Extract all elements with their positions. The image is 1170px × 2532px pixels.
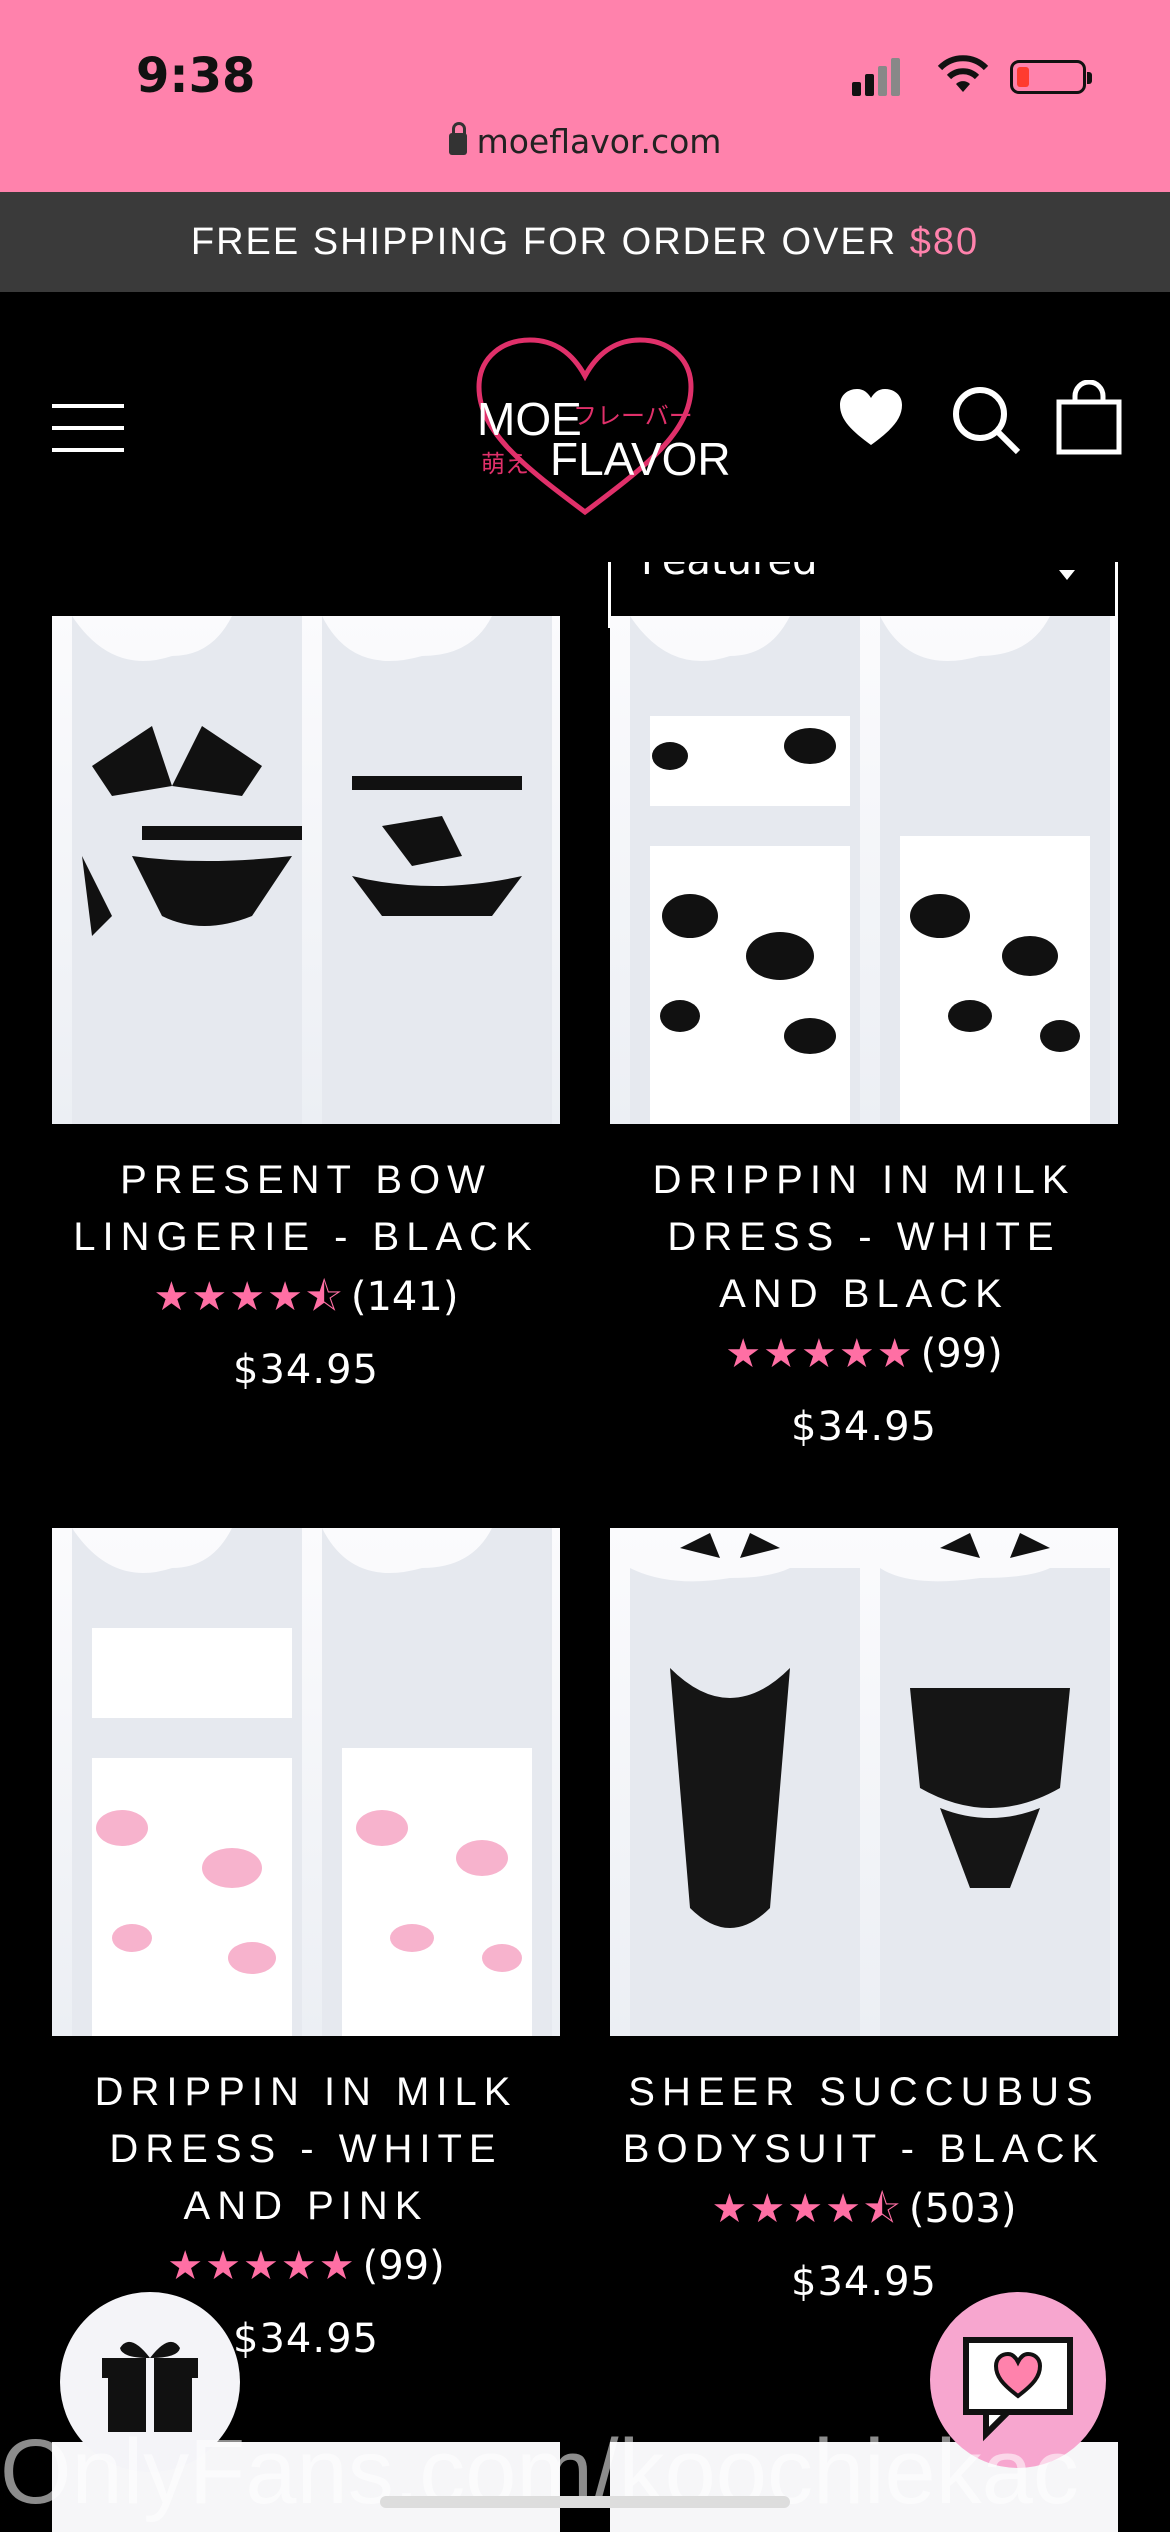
logo-text-jp1: フレーバー (573, 402, 693, 430)
review-count: (99) (920, 1331, 1003, 1377)
product-photo-bow-lingerie (72, 616, 552, 1124)
review-count: (141) (350, 1274, 459, 1320)
product-card[interactable]: PRESENT BOW LINGERIE - BLACK ★★★★⯪ (141) … (52, 616, 560, 1398)
product-card[interactable]: DRIPPIN IN MILK DRESS - WHITE AND BLACK … (610, 616, 1118, 1455)
review-count: (503) (908, 2186, 1017, 2232)
product-title[interactable]: DRIPPIN IN MILK DRESS - WHITE AND PINK (52, 2064, 560, 2235)
wifi-icon (937, 55, 989, 92)
star-rating-icon: ★★★★★ (725, 1331, 915, 1377)
product-price: $34.95 (791, 1404, 937, 1450)
product-title[interactable]: SHEER SUCCUBUS BODYSUIT - BLACK (610, 2064, 1118, 2178)
logo-text-jp2: 萌え (481, 450, 529, 478)
announcement-amount: $80 (909, 221, 980, 263)
product-title[interactable]: PRESENT BOW LINGERIE - BLACK (52, 1152, 560, 1266)
product-card[interactable]: DRIPPIN IN MILK DRESS - WHITE AND PINK ★… (52, 1528, 560, 2367)
star-rating-icon: ★★★★⯪ (153, 1274, 345, 1320)
sort-selected-value: Featured (641, 562, 818, 584)
url-text: moeflavor.com (476, 122, 722, 161)
product-image[interactable] (52, 616, 560, 1124)
address-bar[interactable]: moeflavor.com (0, 122, 1170, 161)
announcement-text: FREE SHIPPING FOR ORDER OVER (190, 221, 910, 263)
product-title[interactable]: DRIPPIN IN MILK DRESS - WHITE AND BLACK (610, 1152, 1118, 1323)
product-image[interactable] (610, 616, 1118, 1124)
search-icon[interactable] (950, 384, 1022, 456)
product-rating: ★★★★⯪ (141) (52, 1268, 560, 1326)
product-photo-cow-dress-black (630, 616, 1110, 1124)
product-rating: ★★★★★ (99) (610, 1325, 1118, 1383)
battery-icon (1010, 60, 1092, 94)
heart-icon[interactable] (838, 387, 904, 447)
site-header: MOE フレーバー 萌え FLAVOR (0, 292, 1170, 562)
site-logo[interactable]: MOE フレーバー 萌え FLAVOR (465, 332, 731, 522)
lock-icon (448, 122, 467, 155)
logo-text-flavor: FLAVOR (550, 433, 731, 485)
product-photo-succubus-bodysuit (630, 1533, 1110, 2036)
review-count: (99) (362, 2243, 445, 2289)
product-image[interactable] (52, 1528, 560, 2036)
signal-icon (852, 58, 904, 96)
product-image[interactable] (610, 1528, 1118, 2036)
status-time: 9:38 (136, 48, 256, 104)
bag-icon[interactable] (1055, 380, 1123, 456)
chevron-down-icon (1059, 570, 1075, 580)
star-rating-icon: ★★★★★ (167, 2243, 357, 2289)
star-rating-icon: ★★★★⯪ (711, 2186, 903, 2232)
product-rating: ★★★★★ (99) (52, 2237, 560, 2295)
menu-icon[interactable] (52, 404, 124, 454)
status-bar: 9:38 moeflavor.com (0, 0, 1170, 192)
product-card[interactable]: SHEER SUCCUBUS BODYSUIT - BLACK ★★★★⯪ (50… (610, 1528, 1118, 2310)
home-indicator[interactable] (380, 2496, 790, 2508)
product-price: $34.95 (233, 1347, 379, 1393)
announcement-bar: FREE SHIPPING FOR ORDER OVER $80 (0, 192, 1170, 292)
product-rating: ★★★★⯪ (503) (610, 2180, 1118, 2238)
product-photo-cow-dress-pink (72, 1528, 552, 2036)
watermark-text: OnlyFans.com/koochiekac (0, 2421, 1079, 2523)
